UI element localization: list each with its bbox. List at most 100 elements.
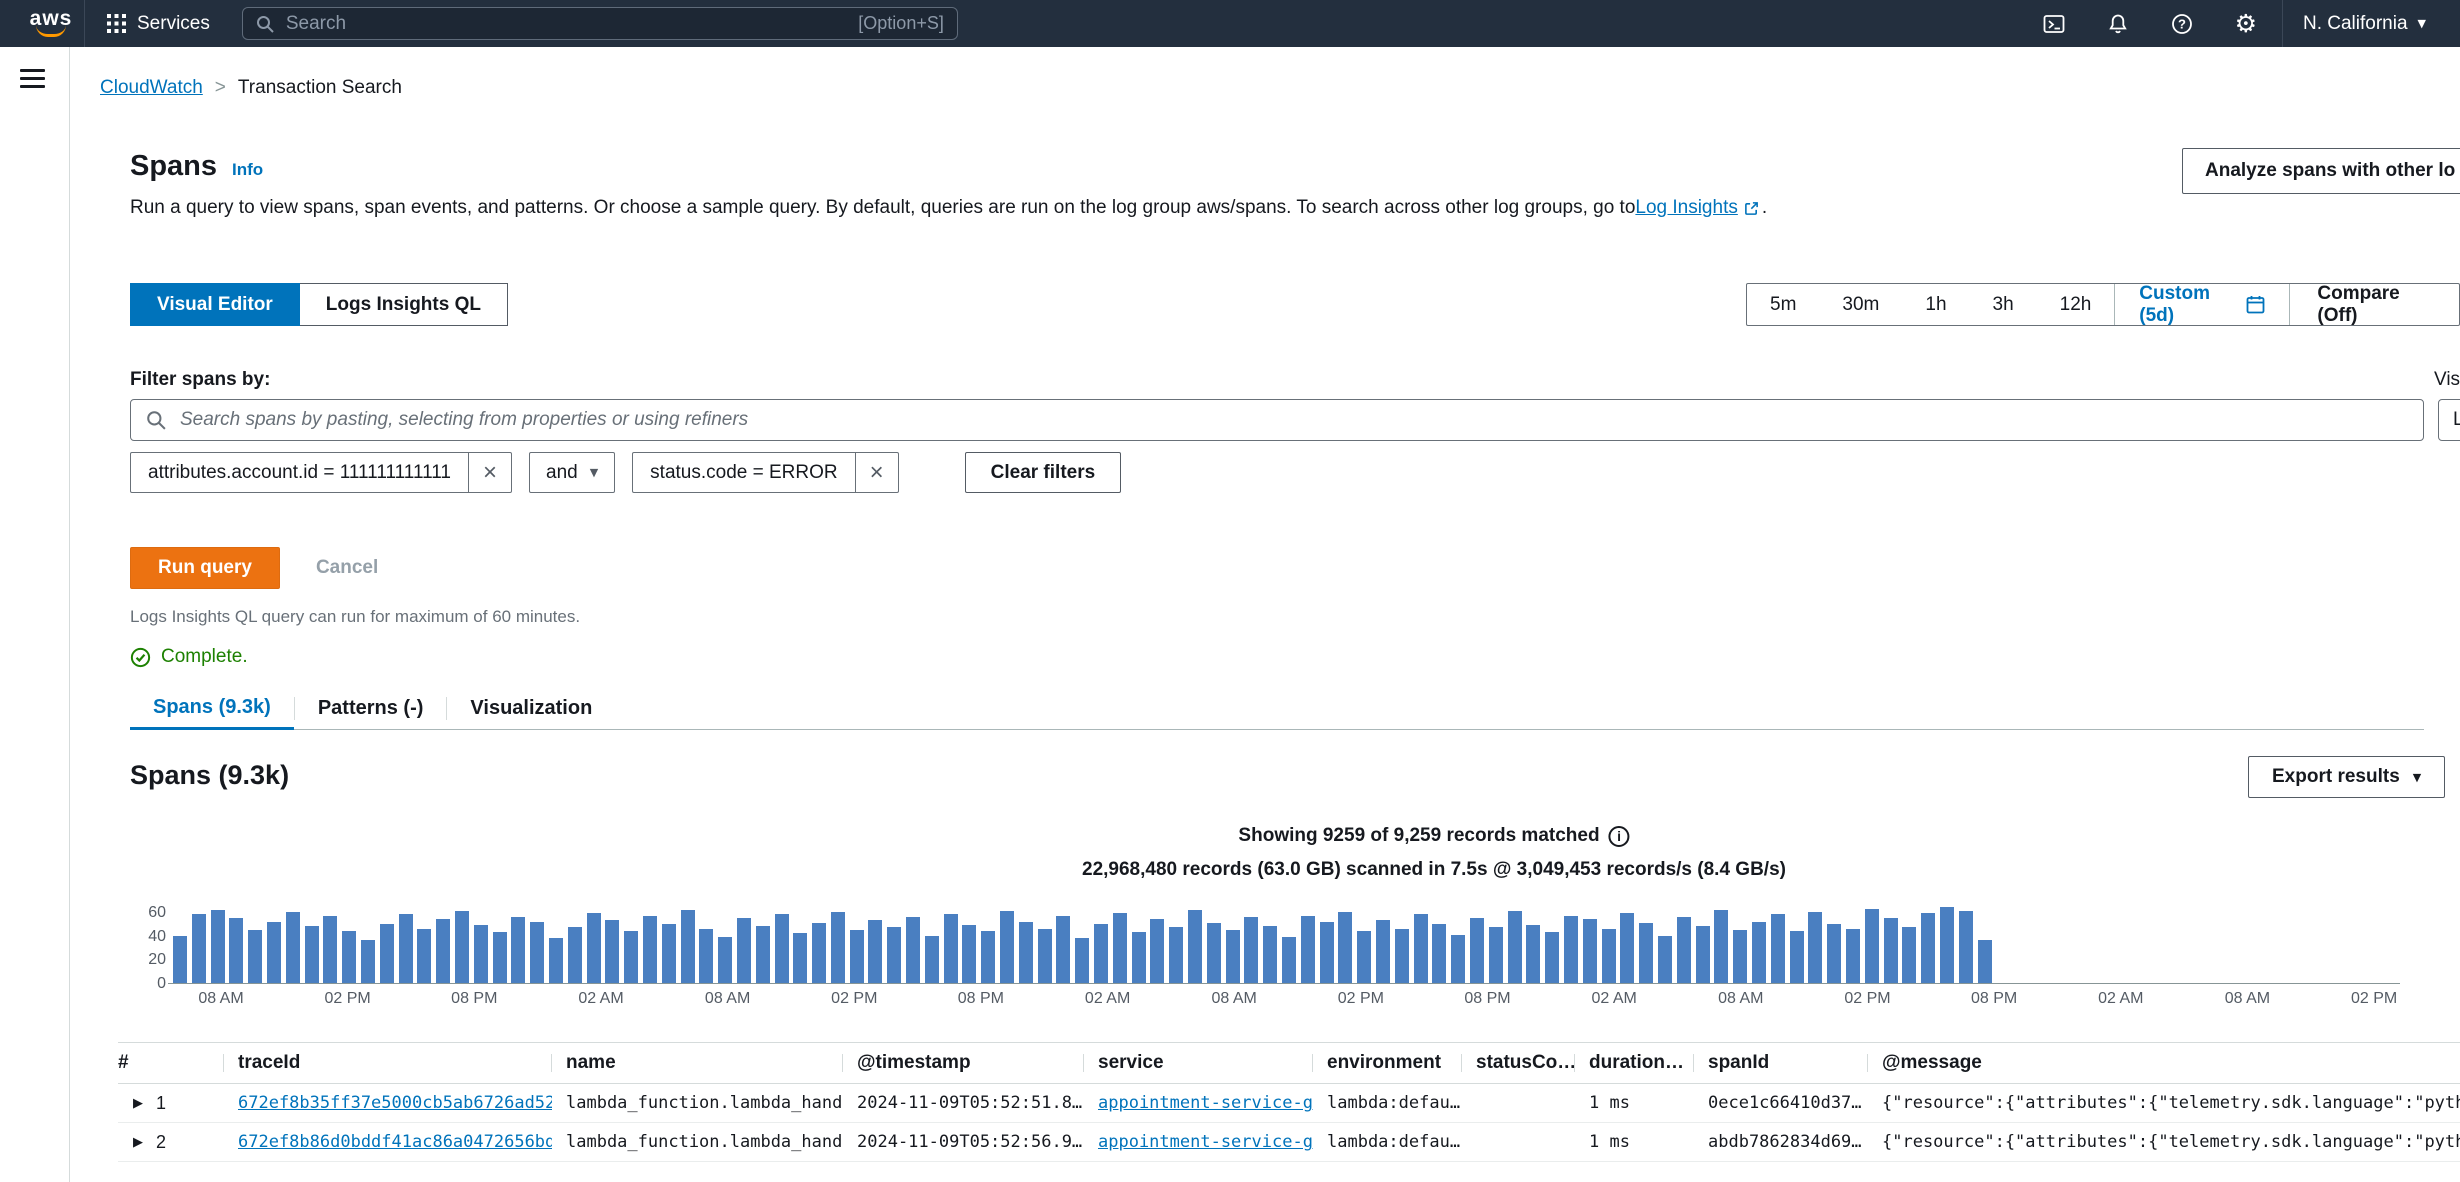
histogram-bar: [1508, 911, 1522, 983]
histogram-bar: [549, 938, 563, 983]
column-header-4[interactable]: service: [1084, 1052, 1313, 1074]
time-range-option-30m[interactable]: 30m: [1819, 284, 1902, 325]
histogram-bar: [850, 930, 864, 983]
scan-stats-text: 22,968,480 records (63.0 GB) scanned in …: [1082, 859, 1786, 881]
histogram-bar: [1714, 910, 1728, 983]
global-search-box[interactable]: [Option+S]: [242, 7, 958, 40]
cell-trace-id: 672ef8b35ff37e5000cb5ab6726ad522: [224, 1084, 552, 1122]
tab-logs-insights-ql[interactable]: Logs Insights QL: [300, 283, 508, 326]
histogram-bar: [455, 911, 469, 983]
cell-name: lambda_function.lambda_handl…: [552, 1084, 843, 1122]
column-header-2[interactable]: name: [552, 1052, 843, 1074]
table-row: ▶2672ef8b86d0bddf41ac86a0472656bddlambda…: [118, 1123, 2460, 1162]
tab-spans[interactable]: Spans (9.3k): [130, 688, 294, 730]
histogram-bar: [812, 923, 826, 983]
remove-filter-icon[interactable]: ×: [855, 453, 898, 492]
histogram-bar: [1320, 922, 1334, 984]
run-query-button[interactable]: Run query: [130, 547, 280, 589]
x-tick-label: 02 PM: [2351, 990, 2397, 1008]
service-link[interactable]: appointment-service-get: [1098, 1132, 1313, 1152]
column-header-3[interactable]: @timestamp: [843, 1052, 1084, 1074]
info-link[interactable]: Info: [232, 160, 263, 180]
cell-timestamp: 2024-11-09T05:52:56.9…: [843, 1123, 1084, 1161]
span-filter-search-box[interactable]: [130, 399, 2424, 441]
results-tabs: Spans (9.3k) Patterns (-) Visualization: [130, 688, 2424, 730]
services-label: Services: [137, 13, 210, 35]
custom-time-range-button[interactable]: Custom (5d): [2115, 284, 2288, 325]
aws-logo[interactable]: aws: [22, 10, 80, 37]
histogram-bar: [1564, 916, 1578, 984]
breadcrumb-cloudwatch-link[interactable]: CloudWatch: [100, 77, 203, 99]
time-range-option-12h[interactable]: 12h: [2037, 284, 2115, 325]
histogram-bar: [530, 922, 544, 984]
compare-toggle-button[interactable]: Compare (Off): [2289, 284, 2459, 325]
query-actions-row: Run query Cancel: [130, 547, 392, 589]
chevron-down-icon: ▼: [2413, 772, 2421, 783]
trace-id-link[interactable]: 672ef8b86d0bddf41ac86a0472656bdd: [238, 1132, 552, 1152]
span-filter-input[interactable]: [178, 408, 2408, 432]
operator-dropdown[interactable]: and ▼: [529, 452, 615, 493]
time-range-option-3h[interactable]: 3h: [1970, 284, 2037, 325]
histogram-bar: [737, 918, 751, 983]
column-header-8[interactable]: spanId: [1694, 1052, 1868, 1074]
histogram-bar: [399, 914, 413, 983]
hamburger-menu-icon[interactable]: [20, 69, 45, 88]
histogram-bar: [1056, 916, 1070, 984]
histogram-bar: [1771, 914, 1785, 983]
tab-visual-editor[interactable]: Visual Editor: [130, 283, 300, 326]
histogram-bar: [1113, 913, 1127, 983]
histogram-bar: [417, 929, 431, 983]
column-header-1[interactable]: traceId: [224, 1052, 552, 1074]
cut-off-dropdown[interactable]: Li: [2438, 399, 2460, 441]
histogram-bar: [1846, 929, 1860, 983]
info-icon[interactable]: i: [1609, 826, 1630, 847]
histogram-bar: [699, 929, 713, 983]
services-menu-button[interactable]: Services: [89, 0, 228, 47]
x-tick-label: 02 PM: [1338, 990, 1384, 1008]
help-icon[interactable]: ?: [2150, 0, 2214, 47]
histogram-bar: [1150, 919, 1164, 983]
x-tick-label: 02 AM: [2098, 990, 2143, 1008]
visualization-cut-label: Vis: [2434, 369, 2460, 391]
histogram-bar: [1677, 917, 1691, 983]
row-expand-icon[interactable]: ▶: [133, 1135, 143, 1150]
histogram-bar: [1902, 927, 1916, 983]
breadcrumb: CloudWatch > Transaction Search: [100, 77, 402, 99]
trace-id-link[interactable]: 672ef8b35ff37e5000cb5ab6726ad522: [238, 1093, 552, 1113]
cancel-button[interactable]: Cancel: [302, 547, 392, 589]
column-header-0[interactable]: #: [118, 1052, 224, 1074]
time-range-option-5m[interactable]: 5m: [1747, 284, 1819, 325]
clear-filters-button[interactable]: Clear filters: [965, 452, 1122, 493]
cloudshell-icon[interactable]: [2022, 0, 2086, 47]
log-insights-link[interactable]: Log Insights: [1635, 197, 1737, 219]
export-results-button[interactable]: Export results ▼: [2248, 756, 2445, 798]
region-label: N. California: [2303, 13, 2408, 35]
histogram-bar: [286, 912, 300, 983]
analyze-spans-button[interactable]: Analyze spans with other lo: [2182, 148, 2460, 194]
remove-filter-icon[interactable]: ×: [468, 453, 511, 492]
time-range-option-1h[interactable]: 1h: [1902, 284, 1969, 325]
tab-visualization[interactable]: Visualization: [447, 688, 615, 729]
cell-environment: lambda:defau…: [1313, 1084, 1462, 1122]
global-search-input[interactable]: [284, 12, 858, 36]
column-header-6[interactable]: statusCo…: [1462, 1052, 1575, 1074]
y-tick-label: 40: [148, 928, 166, 946]
histogram-bar: [1395, 929, 1409, 983]
x-tick-label: 02 AM: [1085, 990, 1130, 1008]
histogram-bar: [643, 916, 657, 984]
x-tick-label: 08 AM: [1212, 990, 1257, 1008]
settings-gear-icon[interactable]: ⚙: [2214, 0, 2278, 47]
tab-patterns[interactable]: Patterns (-): [295, 688, 447, 729]
editor-mode-tabs: Visual Editor Logs Insights QL: [130, 283, 508, 326]
results-heading: Spans (9.3k): [130, 760, 289, 791]
service-link[interactable]: appointment-service-get: [1098, 1093, 1313, 1113]
column-header-7[interactable]: duration…: [1575, 1052, 1694, 1074]
column-header-9[interactable]: @message: [1868, 1052, 2460, 1074]
histogram-bar: [1414, 914, 1428, 983]
breadcrumb-current: Transaction Search: [238, 77, 402, 99]
histogram-bars: [173, 903, 1996, 983]
column-header-5[interactable]: environment: [1313, 1052, 1462, 1074]
notifications-bell-icon[interactable]: [2086, 0, 2150, 47]
row-expand-icon[interactable]: ▶: [133, 1096, 143, 1111]
region-selector[interactable]: N. California ▼: [2287, 13, 2442, 35]
